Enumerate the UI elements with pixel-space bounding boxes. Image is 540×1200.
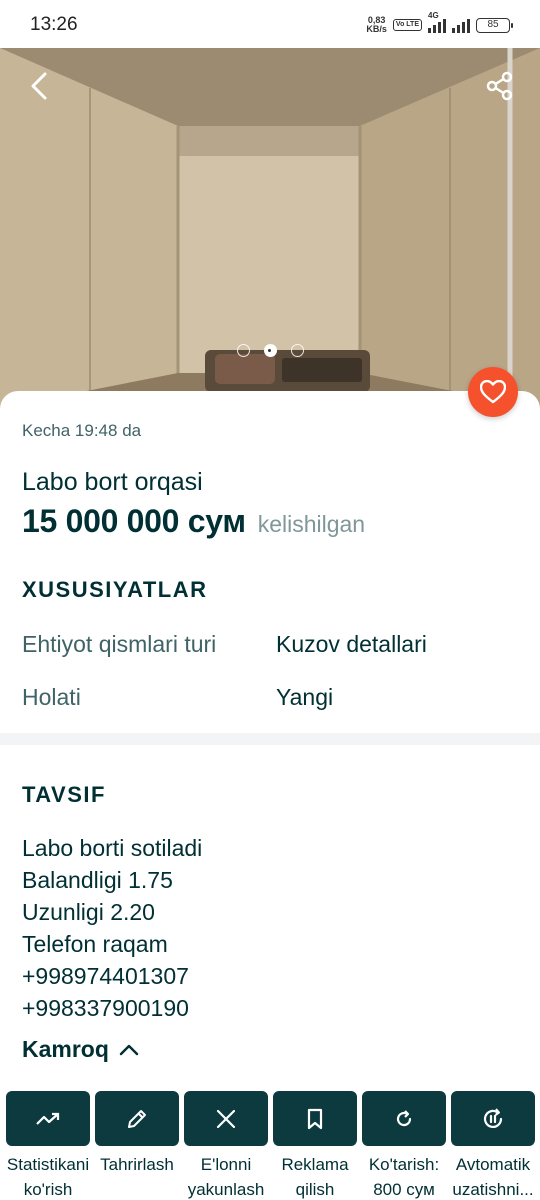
signal-4g-icon: 4G <box>428 11 446 33</box>
close-icon <box>216 1109 236 1128</box>
auto-renew-icon <box>483 1107 503 1128</box>
statistics-button[interactable] <box>6 1091 90 1146</box>
favorite-button[interactable] <box>468 367 518 417</box>
property-value: Kuzov detallari <box>276 631 427 657</box>
battery-icon: 85 <box>476 17 513 33</box>
gallery-dot[interactable] <box>236 344 250 357</box>
price: 15 000 000 сум <box>22 503 246 539</box>
status-time: 13:26 <box>30 14 78 35</box>
gallery-dot-active[interactable] <box>263 344 277 357</box>
signal-icon <box>452 17 470 33</box>
ad-title: Labo bort orqasi <box>22 468 203 496</box>
phone-number[interactable]: +998337900190 <box>22 992 202 1024</box>
back-button[interactable] <box>18 64 62 108</box>
bookmark-icon <box>307 1108 323 1129</box>
trend-up-icon <box>36 1112 60 1125</box>
gallery-dot[interactable] <box>290 344 304 357</box>
show-less-button[interactable]: Kamroq <box>22 1036 139 1063</box>
share-button[interactable] <box>478 64 522 108</box>
back-arrow-icon <box>31 72 47 100</box>
network-speed: 0,83 KB/s <box>366 15 387 34</box>
edit-action[interactable]: Tahrirlash <box>95 1091 179 1177</box>
property-label: Ehtiyot qismlari turi <box>22 631 217 657</box>
pencil-icon <box>128 1109 146 1128</box>
edit-label: Tahrirlash <box>100 1155 174 1174</box>
finish-ad-label: E'lonni yakunlash <box>187 1155 265 1199</box>
status-indicators: 0,83 KB/s Vo LTE 4G 85 <box>366 11 513 36</box>
status-bar: 13:26 0,83 KB/s Vo LTE 4G 85 <box>0 0 540 48</box>
show-less-label: Kamroq <box>22 1036 109 1062</box>
property-label: Holati <box>22 684 81 710</box>
statistics-label: Statistikani ko'rish <box>6 1155 90 1199</box>
auto-renew-label: Avtomatik uzatishni... <box>452 1155 534 1199</box>
posted-date: Kecha 19:48 da <box>22 421 142 440</box>
share-icon <box>486 71 513 101</box>
listing-card <box>0 391 540 733</box>
finish-ad-button[interactable] <box>184 1091 268 1146</box>
price-row: 15 000 000 сум kelishilgan <box>22 503 365 540</box>
phone-number[interactable]: +998974401307 <box>22 960 202 992</box>
edit-button[interactable] <box>95 1091 179 1146</box>
auto-renew-button[interactable] <box>451 1091 535 1146</box>
boost-action[interactable]: Ko'tarish: 800 сум <box>362 1091 446 1200</box>
statistics-action[interactable]: Statistikani ko'rish <box>6 1091 90 1200</box>
description-line: Telefon raqam <box>22 931 168 957</box>
boost-button[interactable] <box>362 1091 446 1146</box>
boost-label: Ko'tarish: 800 сум <box>368 1155 440 1199</box>
auto-renew-action[interactable]: Avtomatik uzatishni... <box>451 1091 535 1200</box>
action-bar: Statistikani ko'rish Tahrirlash E'lonni … <box>0 1086 540 1200</box>
description-heading: TAVSIF <box>22 782 106 807</box>
heart-icon <box>480 380 506 404</box>
gallery-pagination <box>0 344 540 357</box>
properties-heading: XUSUSIYATLAR <box>22 577 208 602</box>
promote-button[interactable] <box>273 1091 357 1146</box>
promote-action[interactable]: Reklama qilish <box>273 1091 357 1200</box>
chevron-up-icon <box>119 1044 139 1055</box>
property-value: Yangi <box>276 684 334 710</box>
description-line: Uzunligi 2.20 <box>22 899 155 925</box>
photo-gallery[interactable] <box>0 48 540 408</box>
section-divider <box>0 733 540 745</box>
refresh-icon <box>396 1109 412 1126</box>
negotiable-label: kelishilgan <box>257 511 366 537</box>
description-line: Labo borti sotiladi <box>22 835 203 861</box>
finish-ad-action[interactable]: E'lonni yakunlash <box>184 1091 268 1200</box>
promote-label: Reklama qilish <box>281 1155 349 1199</box>
description-line: Balandligi 1.75 <box>22 867 173 893</box>
description-text: Labo borti sotiladi Balandligi 1.75 Uzun… <box>22 832 202 1024</box>
volte-icon: Vo LTE <box>392 19 422 31</box>
